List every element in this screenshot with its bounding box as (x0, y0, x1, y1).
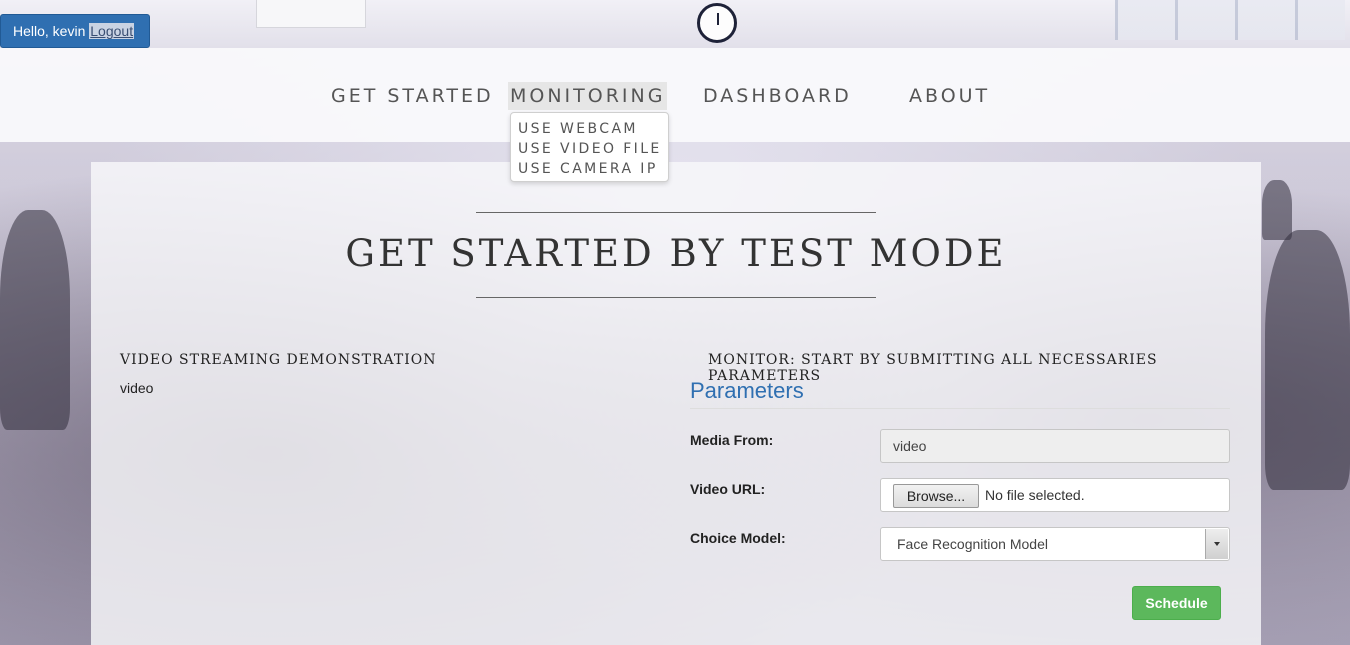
choice-model-label: Choice Model: (690, 530, 786, 546)
nav-item-about[interactable]: ABOUT (909, 82, 990, 110)
nav-item-monitoring[interactable]: MONITORING (508, 82, 668, 110)
video-section-heading: VIDEO STREAMING DEMONSTRATION (120, 352, 437, 368)
background-air-conditioner (256, 0, 366, 28)
video-url-label: Video URL: (690, 481, 766, 497)
page-title: GET STARTED BY TEST MODE (345, 232, 1007, 275)
background-student (1265, 230, 1350, 490)
menu-item-use-camera-ip[interactable]: USE CAMERA IP (511, 159, 668, 179)
nav-item-dashboard[interactable]: DASHBOARD (703, 82, 852, 110)
monitoring-dropdown-menu: USE WEBCAM USE VIDEO FILE USE CAMERA IP (510, 112, 669, 182)
parameters-divider (690, 408, 1230, 409)
menu-item-use-video-file[interactable]: USE VIDEO FILE (511, 139, 668, 159)
main-navigation: GET STARTED MONITORING DASHBOARD ABOUT (0, 48, 1350, 142)
logout-link[interactable]: Logout (89, 23, 135, 39)
background-student (1262, 180, 1292, 240)
video-url-file-input[interactable]: Browse... No file selected. (880, 478, 1230, 512)
title-top-divider (476, 212, 876, 213)
browse-button[interactable]: Browse... (893, 484, 979, 508)
parameters-title: Parameters (690, 378, 804, 403)
background-window (1115, 0, 1345, 40)
choice-model-value: Face Recognition Model (897, 536, 1048, 552)
file-status-text: No file selected. (985, 487, 1085, 503)
media-from-label: Media From: (690, 432, 774, 448)
schedule-button[interactable]: Schedule (1132, 586, 1221, 620)
nav-item-get-started[interactable]: GET STARTED (331, 82, 494, 110)
menu-item-use-webcam[interactable]: USE WEBCAM (511, 119, 668, 139)
title-bottom-divider (476, 297, 876, 298)
background-student (0, 210, 70, 430)
chevron-down-icon[interactable] (1205, 529, 1228, 559)
media-from-input[interactable]: video (880, 429, 1230, 463)
main-content-panel: GET STARTED BY TEST MODE VIDEO STREAMING… (91, 162, 1261, 645)
user-greeting-badge: Hello, kevin Logout (0, 14, 150, 48)
user-greeting-text: Hello, kevin (13, 23, 86, 39)
background-clock (697, 3, 737, 43)
choice-model-select[interactable]: Face Recognition Model (880, 527, 1230, 561)
video-placeholder-text: video (120, 380, 154, 396)
